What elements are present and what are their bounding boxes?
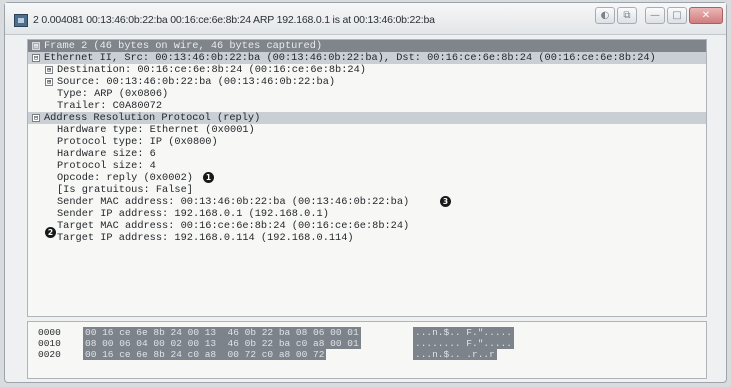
tree-row-protocol-type[interactable]: Protocol type: IP (0x0800) bbox=[28, 136, 706, 148]
annotation-marker-1: 1 bbox=[203, 172, 214, 183]
tree-row-gratuitous[interactable]: [Is gratuitous: False] bbox=[28, 184, 706, 196]
tree-row-arp[interactable]: ⊟ Address Resolution Protocol (reply) bbox=[28, 112, 706, 124]
tree-row-label: Destination: 00:16:ce:6e:8b:24 (00:16:ce… bbox=[57, 64, 366, 76]
minimize-button[interactable]: — bbox=[645, 7, 665, 24]
tree-row-source[interactable]: ⊞ Source: 00:13:46:0b:22:ba (00:13:46:0b… bbox=[28, 76, 706, 88]
tree-row-label: Sender IP address: 192.168.0.1 (192.168.… bbox=[57, 208, 329, 220]
maximize-button[interactable]: □ bbox=[667, 7, 687, 24]
expand-icon[interactable]: ⊞ bbox=[45, 78, 53, 86]
collapse-icon[interactable]: ⊟ bbox=[32, 54, 40, 62]
tree-row-destination[interactable]: ⊞ Destination: 00:16:ce:6e:8b:24 (00:16:… bbox=[28, 64, 706, 76]
hex-offset: 0000 bbox=[38, 327, 61, 338]
tree-row-ethernet[interactable]: ⊟ Ethernet II, Src: 00:13:46:0b:22:ba (0… bbox=[28, 52, 706, 64]
collapse-icon[interactable]: ⊟ bbox=[32, 114, 40, 122]
annotation-marker-3: 3 bbox=[440, 196, 451, 207]
tree-row-label: Hardware size: 6 bbox=[57, 148, 156, 160]
tree-row-label: Target IP address: 192.168.0.114 (192.16… bbox=[57, 232, 354, 244]
tree-row-label: Hardware type: Ethernet (0x0001) bbox=[57, 124, 255, 136]
packet-details-tree[interactable]: ⊞ Frame 2 (46 bytes on wire, 46 bytes ca… bbox=[27, 39, 707, 317]
hex-offset: 0020 bbox=[38, 349, 61, 360]
annotation-marker-2: 2 bbox=[45, 227, 56, 238]
title-bar[interactable]: 2 0.004081 00:13:46:0b:22:ba 00:16:ce:6e… bbox=[5, 3, 726, 35]
tree-row-label: Frame 2 (46 bytes on wire, 46 bytes capt… bbox=[44, 40, 323, 52]
hex-row[interactable]: 0020 00 16 ce 6e 8b 24 c0 a8 00 72 c0 a8… bbox=[28, 349, 706, 360]
tree-row-label: Opcode: reply (0x0002) bbox=[57, 172, 193, 184]
hex-offset: 0010 bbox=[38, 338, 61, 349]
hex-bytes[interactable]: 00 16 ce 6e 8b 24 c0 a8 00 72 c0 a8 00 7… bbox=[83, 349, 327, 360]
hex-ascii[interactable]: ...n.$.. .r..r bbox=[413, 349, 497, 360]
tree-row-hardware-type[interactable]: Hardware type: Ethernet (0x0001) bbox=[28, 124, 706, 136]
wireshark-packet-window: 2 0.004081 00:13:46:0b:22:ba 00:16:ce:6e… bbox=[4, 2, 727, 383]
tree-row-target-ip[interactable]: Target IP address: 192.168.0.114 (192.16… bbox=[28, 232, 706, 244]
app-icon bbox=[14, 14, 28, 27]
hex-ascii[interactable]: ...n.$.. F."..... bbox=[413, 327, 514, 338]
window-title: 2 0.004081 00:13:46:0b:22:ba 00:16:ce:6e… bbox=[33, 14, 435, 26]
tree-row-label: Address Resolution Protocol (reply) bbox=[44, 112, 261, 124]
extra-button-1[interactable]: ◐ bbox=[595, 7, 615, 24]
extra-button-2[interactable]: ⧉ bbox=[617, 7, 637, 24]
tree-row-opcode[interactable]: Opcode: reply (0x0002) bbox=[28, 172, 706, 184]
hex-ascii[interactable]: ........ F."..... bbox=[413, 338, 514, 349]
expand-icon[interactable]: ⊞ bbox=[32, 42, 40, 50]
hex-bytes[interactable]: 00 16 ce 6e 8b 24 00 13 46 0b 22 ba 08 0… bbox=[83, 327, 361, 338]
tree-row-label: Type: ARP (0x0806) bbox=[57, 88, 169, 100]
tree-row-type[interactable]: Type: ARP (0x0806) bbox=[28, 88, 706, 100]
hex-dump-pane[interactable]: 0000 00 16 ce 6e 8b 24 00 13 46 0b 22 ba… bbox=[27, 321, 707, 379]
hex-row[interactable]: 0000 00 16 ce 6e 8b 24 00 13 46 0b 22 ba… bbox=[28, 327, 706, 338]
tree-row-label: Target MAC address: 00:16:ce:6e:8b:24 (0… bbox=[57, 220, 410, 232]
expand-icon[interactable]: ⊞ bbox=[45, 66, 53, 74]
hex-row[interactable]: 0010 08 00 06 04 00 02 00 13 46 0b 22 ba… bbox=[28, 338, 706, 349]
tree-row-label: Trailer: C0A80072 bbox=[57, 100, 163, 112]
tree-row-label: [Is gratuitous: False] bbox=[57, 184, 193, 196]
tree-row-frame[interactable]: ⊞ Frame 2 (46 bytes on wire, 46 bytes ca… bbox=[28, 40, 706, 52]
tree-row-protocol-size[interactable]: Protocol size: 4 bbox=[28, 160, 706, 172]
tree-row-hardware-size[interactable]: Hardware size: 6 bbox=[28, 148, 706, 160]
hex-bytes[interactable]: 08 00 06 04 00 02 00 13 46 0b 22 ba c0 a… bbox=[83, 338, 361, 349]
tree-row-label: Protocol size: 4 bbox=[57, 160, 156, 172]
close-button[interactable]: ✕ bbox=[689, 7, 723, 24]
tree-row-trailer[interactable]: Trailer: C0A80072 bbox=[28, 100, 706, 112]
tree-row-sender-ip[interactable]: Sender IP address: 192.168.0.1 (192.168.… bbox=[28, 208, 706, 220]
tree-row-label: Protocol type: IP (0x0800) bbox=[57, 136, 218, 148]
tree-row-label: Ethernet II, Src: 00:13:46:0b:22:ba (00:… bbox=[44, 52, 656, 64]
tree-row-sender-mac[interactable]: Sender MAC address: 00:13:46:0b:22:ba (0… bbox=[28, 196, 706, 208]
tree-row-label: Sender MAC address: 00:13:46:0b:22:ba (0… bbox=[57, 196, 410, 208]
tree-row-target-mac[interactable]: Target MAC address: 00:16:ce:6e:8b:24 (0… bbox=[28, 220, 706, 232]
tree-row-label: Source: 00:13:46:0b:22:ba (00:13:46:0b:2… bbox=[57, 76, 336, 88]
